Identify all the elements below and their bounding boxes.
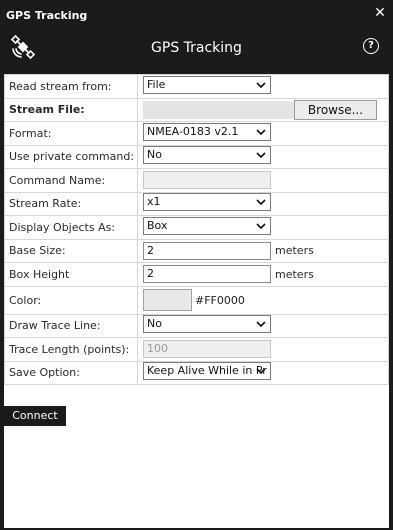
- row-box-height: Box Height 2 meters: [4, 262, 389, 287]
- draw-trace-select[interactable]: No: [143, 315, 271, 334]
- row-save-option: Save Option: Keep Alive While in Pr: [4, 360, 389, 385]
- format-select[interactable]: NMEA-0183 v2.1: [143, 122, 271, 141]
- header-title: GPS Tracking: [151, 40, 242, 56]
- title-bar: GPS Tracking ✕: [0, 0, 393, 30]
- trace-length-label: Trace Length (points):: [4, 337, 138, 362]
- stream-rate-value: x1: [147, 195, 161, 209]
- draw-trace-value: No: [147, 317, 162, 331]
- row-color: Color: #FF0000: [4, 285, 389, 315]
- chevron-down-icon: [256, 82, 266, 88]
- trace-length-input[interactable]: 100: [143, 340, 271, 359]
- chevron-down-icon: [256, 199, 266, 206]
- row-stream-rate: Stream Rate: x1: [4, 191, 389, 216]
- private-command-value: No: [147, 148, 162, 162]
- read-stream-select[interactable]: File: [143, 75, 271, 94]
- row-display-objects: Display Objects As: Box: [4, 215, 389, 240]
- row-format: Format: NMEA-0183 v2.1: [4, 121, 389, 146]
- display-objects-select[interactable]: Box: [143, 216, 271, 235]
- box-height-input[interactable]: 2: [143, 265, 271, 284]
- display-objects-label: Display Objects As:: [4, 215, 138, 240]
- base-size-unit: meters: [275, 244, 314, 258]
- row-command-name: Command Name:: [4, 168, 389, 193]
- chevron-down-icon: [256, 368, 266, 375]
- command-name-input[interactable]: [143, 171, 271, 190]
- row-trace-length: Trace Length (points): 100: [4, 337, 389, 362]
- format-label: Format:: [4, 121, 138, 146]
- save-option-select[interactable]: Keep Alive While in Pr: [143, 362, 271, 381]
- chevron-down-icon: [256, 223, 266, 229]
- read-stream-label: Read stream from:: [4, 74, 138, 99]
- row-stream-file: Stream File: Browse...: [4, 97, 389, 122]
- chevron-down-icon: [256, 129, 266, 135]
- stream-file-label: Stream File:: [4, 97, 138, 122]
- base-size-label: Base Size:: [4, 238, 138, 263]
- panel-header: GPS Tracking ?: [0, 30, 393, 72]
- draw-trace-label: Draw Trace Line:: [4, 313, 138, 338]
- save-option-value: Keep Alive While in Pr: [147, 364, 267, 378]
- close-icon[interactable]: ✕: [373, 6, 387, 20]
- help-icon[interactable]: ?: [363, 38, 379, 54]
- row-read-stream: Read stream from: File: [4, 74, 389, 99]
- gps-tracking-window: GPS Tracking ✕ GPS Tracking ? Read strea…: [0, 0, 393, 530]
- row-private-command: Use private command: No: [4, 144, 389, 169]
- row-draw-trace: Draw Trace Line: No: [4, 313, 389, 338]
- box-height-unit: meters: [275, 267, 314, 281]
- private-command-label: Use private command:: [4, 144, 138, 169]
- color-label: Color:: [4, 285, 138, 315]
- format-value: NMEA-0183 v2.1: [147, 124, 239, 138]
- stream-file-field[interactable]: [143, 100, 295, 119]
- chevron-down-icon: [256, 152, 266, 159]
- color-swatch-button[interactable]: [143, 289, 192, 311]
- save-option-label: Save Option:: [4, 360, 138, 385]
- settings-form: Read stream from: File Stream File: Brow…: [4, 74, 389, 385]
- base-size-input[interactable]: 2: [143, 241, 271, 260]
- command-name-label: Command Name:: [4, 168, 138, 193]
- color-value: #FF0000: [195, 293, 245, 307]
- window-title: GPS Tracking: [6, 9, 88, 22]
- stream-rate-select[interactable]: x1: [143, 193, 271, 212]
- row-base-size: Base Size: 2 meters: [4, 238, 389, 263]
- stream-rate-label: Stream Rate:: [4, 191, 138, 216]
- settings-panel: Read stream from: File Stream File: Brow…: [4, 74, 389, 528]
- chevron-down-icon: [256, 321, 266, 328]
- read-stream-value: File: [147, 77, 166, 91]
- connect-button[interactable]: Connect: [4, 406, 66, 426]
- browse-button[interactable]: Browse...: [294, 99, 377, 120]
- box-height-label: Box Height: [4, 262, 138, 287]
- private-command-select[interactable]: No: [143, 146, 271, 165]
- display-objects-value: Box: [147, 218, 168, 232]
